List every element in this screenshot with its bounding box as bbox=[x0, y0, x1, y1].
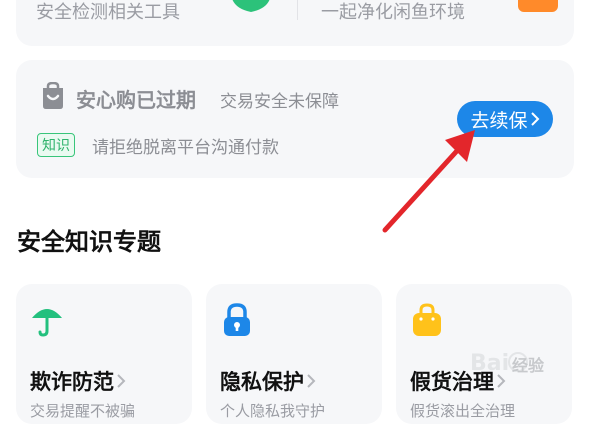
orange-badge-icon bbox=[518, 0, 558, 12]
guarantee-card: 安心购已过期 交易安全未保障 知识 请拒绝脱离平台沟通付款 去续保 bbox=[16, 60, 574, 178]
divider bbox=[297, 0, 298, 20]
topic-card-fraud[interactable]: 欺诈防范 交易提醒不被骗 bbox=[16, 284, 192, 424]
topic-desc: 假货滚出全治理 bbox=[410, 402, 516, 420]
chevron-right-icon bbox=[307, 374, 316, 388]
bag-icon bbox=[413, 303, 441, 336]
chevron-right-icon bbox=[117, 374, 126, 388]
lock-icon bbox=[224, 303, 250, 336]
topic-title: 欺诈防范 bbox=[30, 370, 114, 394]
tools-card-left-text: 安全检测相关工具 bbox=[36, 2, 180, 23]
section-title: 安全知识专题 bbox=[17, 228, 161, 256]
tools-card-right-text: 一起净化闲鱼环境 bbox=[321, 2, 465, 23]
tools-card[interactable]: 安全检测相关工具 一起净化闲鱼环境 bbox=[16, 0, 574, 46]
umbrella-icon bbox=[32, 309, 62, 337]
topic-desc: 交易提醒不被骗 bbox=[30, 402, 136, 420]
knowledge-tag: 知识 bbox=[37, 133, 75, 157]
guarantee-title: 安心购已过期 bbox=[76, 88, 196, 112]
watermark-text: 经验 bbox=[512, 356, 545, 375]
shield-icon bbox=[232, 0, 270, 12]
red-arrow-annotation bbox=[382, 130, 475, 233]
topic-title: 隐私保护 bbox=[220, 370, 304, 394]
topic-label-fraud: 欺诈防范 bbox=[30, 366, 126, 396]
guarantee-note: 请拒绝脱离平台沟通付款 bbox=[92, 138, 279, 158]
guarantee-subtitle: 交易安全未保障 bbox=[220, 92, 339, 112]
topic-desc: 个人隐私我守护 bbox=[220, 402, 326, 420]
svg-text:Bai: Bai bbox=[470, 351, 509, 376]
chevron-right-icon bbox=[530, 112, 539, 126]
shopping-bag-icon bbox=[43, 82, 63, 109]
topic-label-privacy: 隐私保护 bbox=[220, 366, 316, 396]
topic-card-privacy[interactable]: 隐私保护 个人隐私我守护 bbox=[206, 284, 382, 424]
